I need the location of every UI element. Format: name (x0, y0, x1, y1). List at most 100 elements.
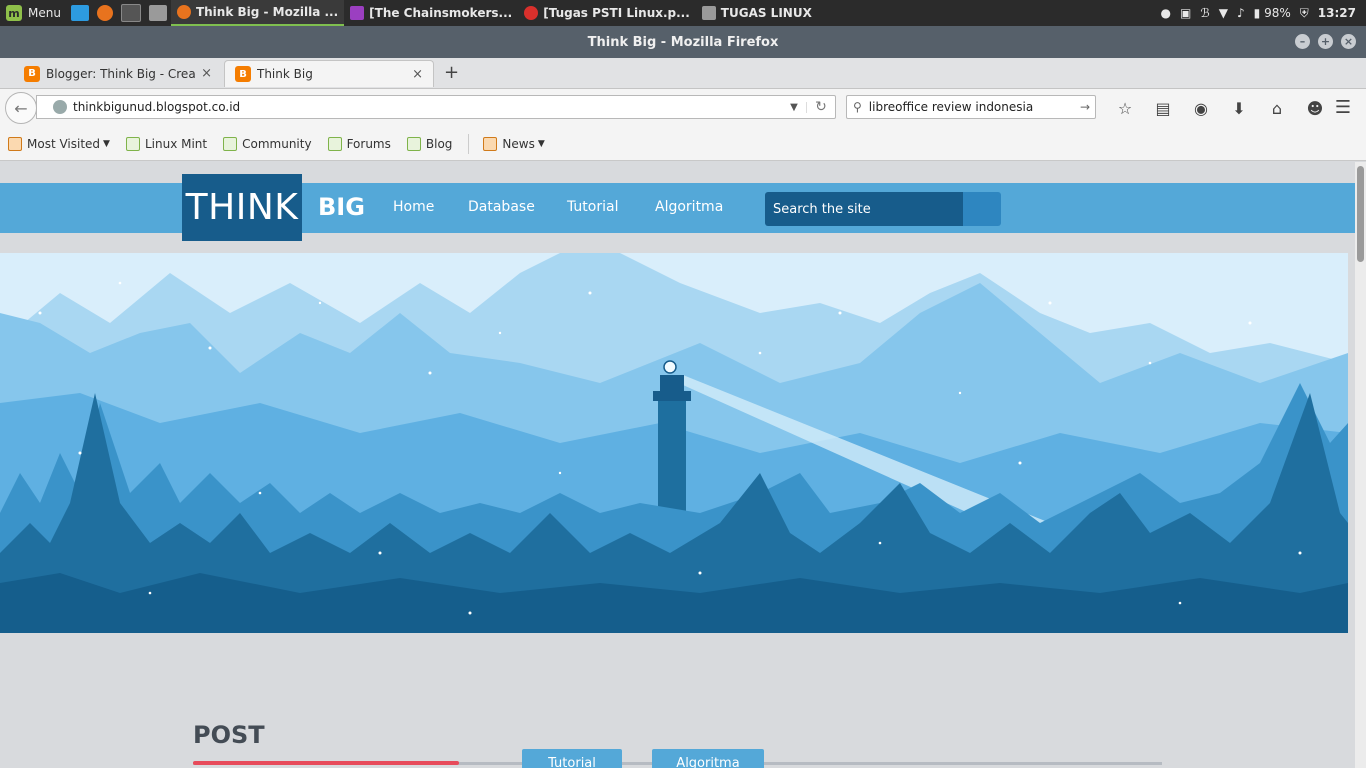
close-tab-icon[interactable]: × (412, 67, 423, 82)
web-page-content: THINK BIG Home Database Tutorial Algorit… (0, 162, 1355, 768)
logo-big-text[interactable]: BIG (318, 193, 365, 221)
firefox-launcher-icon[interactable] (96, 5, 113, 21)
post-tab-tutorial[interactable]: Tutorial (522, 749, 622, 768)
taskbar-item-label: Think Big - Mozilla ... (195, 5, 339, 19)
site-search-input[interactable]: Search the site (765, 192, 963, 226)
document-viewer-icon (524, 6, 539, 20)
clock[interactable]: 13:27 (1318, 6, 1356, 20)
bookmarks-toolbar: Most Visited ▼ Linux Mint Community Foru… (0, 127, 1366, 161)
files-launcher-icon[interactable] (148, 5, 167, 21)
volume-icon[interactable]: ♪ (1237, 6, 1245, 20)
terminal-launcher-icon[interactable] (120, 4, 141, 22)
bookmark-forums[interactable]: Forums (327, 136, 391, 151)
system-tray: ● ▣ ℬ ▼ ♪ ▮ 98% ⛨ 13:27 (1161, 6, 1366, 21)
hero-illustration (0, 253, 1348, 633)
close-window-button[interactable]: × (1341, 34, 1356, 49)
reload-icon[interactable]: ↻ (807, 99, 835, 115)
downloads-icon[interactable]: ⬇ (1220, 97, 1258, 119)
window-title: Think Big - Mozilla Firefox (587, 34, 779, 50)
bookmark-most-visited[interactable]: Most Visited ▼ (8, 136, 110, 151)
chevron-down-icon: ▼ (103, 138, 110, 149)
chat-icon[interactable]: ☻ (1296, 97, 1334, 119)
battery-indicator[interactable]: ▮ 98% (1254, 6, 1291, 20)
url-history-dropdown-icon[interactable]: ▼ (782, 101, 807, 113)
taskbar-item-label: [Tugas PSTI Linux.p... (543, 6, 690, 20)
battery-icon: ▮ (1253, 6, 1261, 20)
rss-icon (483, 136, 498, 151)
linux-mint-icon: m (6, 5, 22, 21)
user-icon[interactable]: ● (1161, 6, 1171, 20)
back-button[interactable]: ← (5, 92, 37, 124)
pocket-icon[interactable]: ◉ (1182, 97, 1220, 119)
taskbar-item-media[interactable]: [The Chainsmokers... (344, 0, 518, 26)
mint-bookmark-icon (327, 136, 342, 151)
bookmark-label: Community (242, 136, 312, 151)
lighthouse-light (663, 360, 677, 374)
nav-link-home[interactable]: Home (393, 199, 434, 215)
hamburger-menu-icon[interactable]: ☰ (1332, 97, 1354, 119)
taskbar-item-firefox[interactable]: Think Big - Mozilla ... (170, 0, 345, 26)
blogger-icon: B (24, 65, 40, 82)
battery-percent: 98% (1264, 6, 1291, 20)
lighthouse-gallery (653, 391, 691, 401)
wifi-icon[interactable]: ▼ (1219, 6, 1228, 20)
bookmark-news[interactable]: News ▼ (483, 136, 545, 151)
web-search-input[interactable] (866, 99, 1075, 115)
site-search-button[interactable] (963, 192, 1001, 226)
bookmark-label: News (502, 136, 535, 151)
bookmark-label: Blog (425, 136, 453, 151)
tab-label: Think Big (257, 67, 313, 81)
bookmark-community[interactable]: Community (223, 136, 312, 151)
taskbar-item-label: TUGAS LINUX (720, 6, 812, 20)
taskbar-item-folder[interactable]: TUGAS LINUX (696, 0, 818, 26)
web-search-box[interactable]: ⚲ → (846, 95, 1096, 119)
bookmark-star-icon[interactable]: ☆ (1106, 97, 1144, 119)
maximize-button[interactable]: + (1318, 34, 1333, 49)
bookmark-linux-mint[interactable]: Linux Mint (125, 136, 207, 151)
shield-icon[interactable]: ⛨ (1300, 6, 1309, 21)
page-scrollbar[interactable] (1355, 162, 1366, 768)
show-desktop-icon[interactable] (70, 5, 89, 21)
minimize-button[interactable]: – (1295, 34, 1310, 49)
window-title-bar: Think Big - Mozilla Firefox – + × (0, 26, 1366, 58)
scrollbar-thumb[interactable] (1357, 166, 1364, 262)
bluetooth-icon[interactable]: ℬ (1200, 6, 1209, 20)
media-player-icon (350, 6, 365, 20)
search-icon: ⚲ (853, 100, 862, 114)
site-logo[interactable]: THINK (182, 174, 302, 241)
site-search: Search the site (765, 192, 1001, 226)
blogger-icon: B (235, 66, 251, 82)
nav-link-algoritma[interactable]: Algoritma (655, 199, 723, 215)
close-tab-icon[interactable]: × (201, 66, 212, 81)
post-tab-algoritma[interactable]: Algoritma (652, 749, 764, 768)
tab-label: Blogger: Think Big - Creat... (46, 66, 196, 81)
site-header: THINK BIG Home Database Tutorial Algorit… (0, 174, 1355, 241)
chevron-down-icon: ▼ (537, 138, 545, 149)
taskbar-item-document[interactable]: [Tugas PSTI Linux.p... (518, 0, 696, 26)
lighthouse-tower (658, 395, 686, 513)
home-icon[interactable]: ⌂ (1258, 97, 1296, 119)
url-text[interactable]: thinkbigunud.blogspot.co.id (73, 100, 782, 114)
bookmark-label: Most Visited (27, 136, 101, 151)
reading-list-icon[interactable]: ▤ (1144, 97, 1182, 119)
search-go-icon[interactable]: → (1075, 100, 1095, 114)
updates-icon[interactable]: ▣ (1180, 6, 1191, 20)
os-panel: m Menu Think Big - Mozilla ... [The Chai… (0, 0, 1366, 26)
firefox-icon (176, 5, 191, 19)
url-bar[interactable]: thinkbigunud.blogspot.co.id ▼ ↻ (36, 95, 836, 119)
taskbar-item-label: [The Chainsmokers... (369, 6, 513, 20)
bookmark-blog[interactable]: Blog (406, 136, 453, 151)
new-tab-button[interactable]: + (444, 62, 459, 83)
start-menu-button[interactable]: m Menu (0, 0, 67, 26)
nav-link-tutorial[interactable]: Tutorial (567, 199, 618, 215)
lighthouse-lamp-room (660, 375, 684, 391)
post-heading: POST (193, 721, 265, 749)
logo-think-text: THINK (185, 187, 299, 228)
most-visited-icon (8, 136, 22, 151)
nav-link-database[interactable]: Database (468, 199, 535, 215)
site-identity-icon[interactable] (53, 100, 67, 114)
post-divider-accent (193, 761, 459, 765)
tab-blogger[interactable]: B Blogger: Think Big - Creat... × (14, 60, 222, 87)
navigation-toolbar: thinkbigunud.blogspot.co.id ▼ ↻ ← ⚲ → ☆ … (0, 89, 1366, 127)
tab-think-big[interactable]: B Think Big × (224, 60, 434, 87)
